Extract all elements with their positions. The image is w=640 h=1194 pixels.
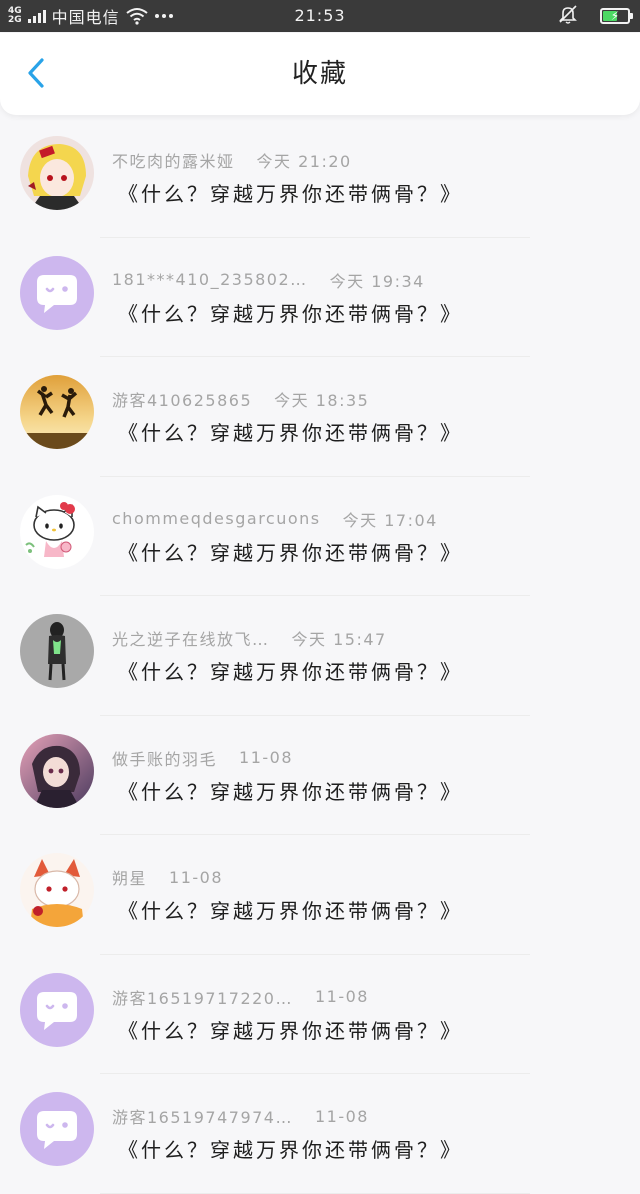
timestamp: 今天 21:20 [256,152,352,171]
item-title[interactable]: 《什么？穿越万界你还带俩骨？》 [118,1015,463,1044]
default-chat-avatar[interactable] [20,1092,94,1166]
list-item[interactable]: 游客16519717220… 11-08 《什么？穿越万界你还带俩骨？》 [0,955,640,1074]
list-item[interactable]: 181***410_235802… 今天 19:34 《什么？穿越万界你还带俩骨… [0,238,640,357]
back-button[interactable] [18,55,54,91]
header: 收藏 [0,33,640,115]
username[interactable]: 游客16519747974… [112,1104,293,1128]
item-meta: chommeqdesgarcuons 今天 17:04 [112,507,610,531]
list-item[interactable]: 不吃肉的露米娅 今天 21:20 《什么？穿越万界你还带俩骨？》 [0,118,640,238]
item-meta: 不吃肉的露米娅 今天 21:20 [112,148,610,172]
item-title[interactable]: 《什么？穿越万界你还带俩骨？》 [118,537,463,566]
username[interactable]: 朔星 [112,865,147,889]
item-title[interactable]: 《什么？穿越万界你还带俩骨？》 [118,776,463,805]
list-item[interactable]: chommeqdesgarcuons 今天 17:04 《什么？穿越万界你还带俩… [0,477,640,596]
username[interactable]: 181***410_235802… [112,270,308,289]
favorites-list: 不吃肉的露米娅 今天 21:20 《什么？穿越万界你还带俩骨？》 181***4… [0,118,640,1194]
username[interactable]: 做手账的羽毛 [112,746,217,770]
item-title[interactable]: 《什么？穿越万界你还带俩骨？》 [118,895,463,924]
wifi-icon [126,7,148,25]
anime-dark-avatar[interactable] [20,733,94,808]
default-chat-avatar[interactable] [20,972,94,1047]
item-meta: 朔星 11-08 [112,865,610,889]
item-meta: 游客16519717220… 11-08 [112,985,610,1009]
status-right: ⚡ [558,0,633,32]
hello-kitty-avatar[interactable] [20,494,94,569]
item-title[interactable]: 《什么？穿越万界你还带俩骨？》 [118,298,463,327]
username[interactable]: 游客410625865 [112,387,252,411]
username[interactable]: 光之逆子在线放飞… [112,626,270,650]
signal-icon [27,9,46,23]
timestamp: 11-08 [314,987,369,1006]
item-title[interactable]: 《什么？穿越万界你还带俩骨？》 [118,656,463,685]
item-title[interactable]: 《什么？穿越万界你还带俩骨？》 [118,1134,463,1163]
chevron-left-icon [28,58,44,88]
item-meta: 游客410625865 今天 18:35 [112,387,610,411]
username[interactable]: 游客16519717220… [112,985,293,1009]
status-left: 4G 2G 中国电信 [8,0,174,32]
page-title: 收藏 [291,59,348,89]
item-meta: 游客16519747974… 11-08 [112,1104,610,1128]
list-item[interactable]: 光之逆子在线放飞… 今天 15:47 《什么？穿越万界你还带俩骨？》 [0,596,640,716]
timestamp: 今天 15:47 [291,630,387,649]
timestamp: 今天 18:35 [274,391,370,410]
item-meta: 181***410_235802… 今天 19:34 [112,268,610,292]
default-chat-avatar[interactable] [20,255,94,330]
timestamp: 今天 19:34 [329,271,425,291]
network-type-bottom: 2G [8,15,22,25]
item-title[interactable]: 《什么？穿越万界你还带俩骨？》 [118,178,463,207]
carrier-name: 中国电信 [51,8,120,27]
divider [100,1192,530,1194]
timestamp: 11-08 [169,867,224,887]
jumping-people-sunset-avatar[interactable] [20,375,94,449]
list-item[interactable]: 朔星 11-08 《什么？穿越万界你还带俩骨？》 [0,835,640,955]
more-icon [154,13,174,19]
item-meta: 做手账的羽毛 11-08 [112,746,610,770]
item-title[interactable]: 《什么？穿越万界你还带俩骨？》 [118,417,463,446]
hooded-figure-avatar[interactable] [20,614,94,688]
list-item[interactable]: 游客16519747974… 11-08 《什么？穿越万界你还带俩骨？》 [0,1074,640,1194]
mute-bell-icon [558,4,578,28]
timestamp: 11-08 [314,1106,369,1126]
fox-girl-avatar[interactable] [20,853,94,927]
status-bar: 4G 2G 中国电信 21:53 ⚡ [0,0,640,32]
list-item[interactable]: 游客410625865 今天 18:35 《什么？穿越万界你还带俩骨？》 [0,357,640,477]
network-type: 4G 2G [8,7,22,25]
list-item[interactable]: 做手账的羽毛 11-08 《什么？穿越万界你还带俩骨？》 [0,716,640,835]
timestamp: 11-08 [239,748,294,767]
username[interactable]: chommeqdesgarcuons [112,509,321,528]
item-meta: 光之逆子在线放飞… 今天 15:47 [112,626,610,650]
battery-icon: ⚡ [600,8,633,24]
timestamp: 今天 17:04 [342,510,438,530]
username[interactable]: 不吃肉的露米娅 [112,148,235,172]
anime-girl-avatar[interactable] [20,136,94,210]
